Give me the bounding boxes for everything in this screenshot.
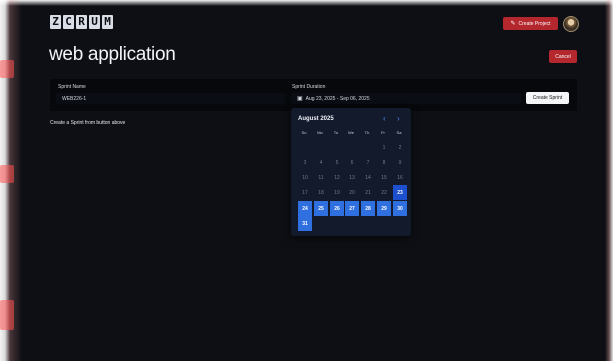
calendar-day[interactable]: 17 (298, 185, 312, 200)
calendar-icon: ▣ (297, 96, 303, 102)
sprint-duration-label: Sprint Duration (292, 84, 326, 90)
sprint-name-input[interactable]: WEB226-1 (56, 93, 285, 104)
calendar-day[interactable]: 25 (314, 201, 328, 216)
calendar-day[interactable]: 1 (377, 140, 391, 155)
calendar-day[interactable]: 26 (330, 201, 344, 216)
next-month-icon[interactable]: › (397, 114, 400, 123)
calendar-day[interactable]: 19 (330, 185, 344, 200)
calendar-day[interactable]: 7 (361, 155, 375, 170)
calendar-day[interactable]: 29 (377, 201, 391, 216)
weekday-header: Tu (333, 130, 339, 135)
weekday-header: Mo (317, 130, 323, 135)
calendar-day[interactable]: 16 (393, 170, 407, 185)
calendar-day[interactable]: 24 (298, 201, 312, 216)
sprint-duration-field[interactable]: ▣ Aug 23, 2025 - Sep 06, 2025 (291, 93, 521, 104)
logo-letter: M (102, 15, 113, 29)
previous-month-icon[interactable]: ‹ (383, 114, 386, 123)
calendar-day[interactable]: 21 (361, 185, 375, 200)
calendar-day[interactable]: 22 (377, 185, 391, 200)
calendar-day[interactable]: 28 (361, 201, 375, 216)
sprint-name-value: WEB226-1 (62, 95, 87, 102)
calendar-day[interactable]: 3 (298, 155, 312, 170)
calendar-day[interactable]: 23 (393, 185, 407, 200)
calendar-day[interactable]: 14 (361, 170, 375, 185)
calendar-day[interactable]: 20 (345, 185, 359, 200)
logo-letter: R (76, 15, 87, 29)
edge-blot (0, 165, 14, 183)
edge-blot (0, 300, 14, 330)
empty-state-hint: Create a Sprint from button above (50, 120, 126, 126)
calendar-day[interactable]: 18 (314, 185, 328, 200)
calendar-day[interactable]: 5 (330, 155, 344, 170)
date-range-calendar: August 2025 ‹ › Su Mo Tu We Th Fr Sa 123456789… (291, 108, 411, 236)
create-project-label: Create Project (518, 20, 551, 27)
weekday-header: Sa (396, 130, 402, 135)
logo-letter: Z (50, 15, 61, 29)
top-edge-artifact (0, 0, 613, 6)
calendar-day[interactable]: 27 (345, 201, 359, 216)
calendar-day[interactable]: 8 (377, 155, 391, 170)
avatar[interactable] (563, 16, 579, 32)
calendar-day[interactable]: 11 (314, 170, 328, 185)
calendar-day[interactable]: 2 (393, 140, 407, 155)
calendar-day[interactable]: 13 (345, 170, 359, 185)
weekday-header: Th (364, 130, 370, 135)
app-logo[interactable]: Z C R U M (50, 15, 113, 29)
weekday-header: Su (301, 130, 307, 135)
create-project-button[interactable]: ✎ Create Project (503, 17, 558, 30)
calendar-day[interactable]: 4 (314, 155, 328, 170)
logo-letter: C (63, 15, 74, 29)
calendar-day[interactable]: 30 (393, 201, 407, 216)
weekday-header: We (348, 130, 354, 135)
cancel-button[interactable]: Cancel (549, 50, 577, 63)
logo-letter: U (89, 15, 100, 29)
calendar-day[interactable]: 31 (298, 216, 312, 231)
calendar-month-label: August 2025 (298, 116, 334, 122)
create-sprint-button[interactable]: Create Sprint (526, 92, 569, 104)
edge-blot (0, 60, 14, 78)
sprint-duration-value: Aug 23, 2025 - Sep 06, 2025 (305, 95, 370, 102)
calendar-day[interactable]: 12 (330, 170, 344, 185)
weekday-header: Fr (381, 130, 385, 135)
edit-icon: ✎ (510, 21, 516, 27)
calendar-day[interactable]: 6 (345, 155, 359, 170)
left-edge-artifact (0, 0, 22, 361)
calendar-day[interactable]: 9 (393, 155, 407, 170)
calendar-day[interactable]: 15 (377, 170, 391, 185)
calendar-day[interactable]: 10 (298, 170, 312, 185)
right-edge-artifact (605, 0, 613, 361)
page-title: web application (49, 44, 176, 65)
sprint-name-label: Sprint Name (58, 84, 86, 90)
